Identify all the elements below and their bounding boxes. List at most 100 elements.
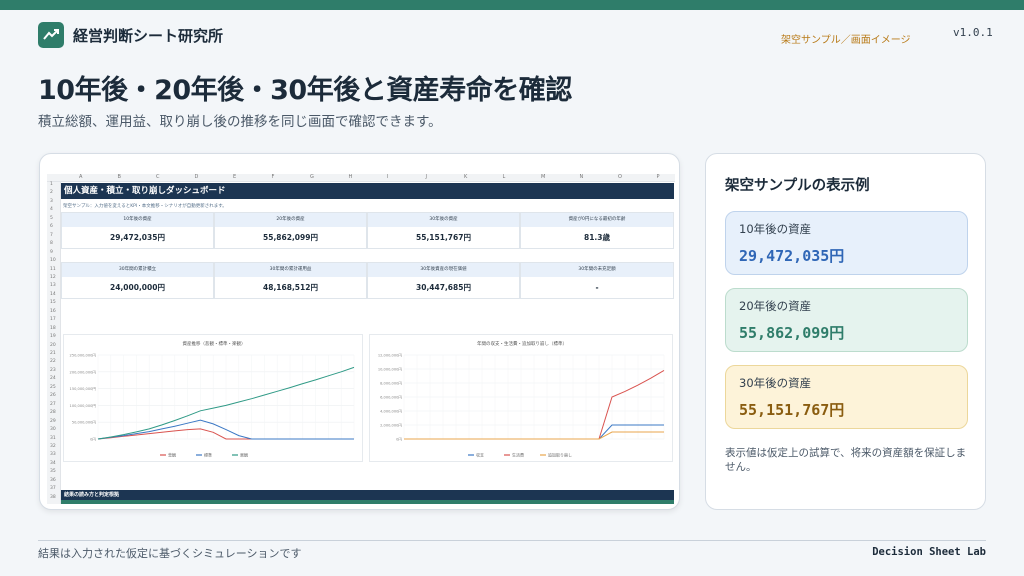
y-tick-label: 100,000,000円 (70, 404, 97, 408)
y-tick-label: 0円 (396, 438, 402, 442)
metric-cell: 資産が0円になる最初の年齢 81.3歳 (520, 212, 674, 249)
row-number: 6 (50, 224, 53, 230)
stat-value: 55,862,099円 (739, 324, 845, 342)
column-header: A B C D E F G H I J K L M N O P (47, 174, 675, 182)
row-number: 11 (50, 266, 56, 272)
top-accent-bar (0, 0, 1024, 10)
y-tick-label: 4,000,000円 (380, 410, 402, 414)
dashboard-note: 架空サンプル：入力値を変えるとKPI・本文推移・シナリオが自動更新されます。 (63, 204, 227, 209)
row-number: 17 (50, 317, 56, 323)
y-tick-label: 2,000,000円 (380, 424, 402, 428)
row-number: 2 (50, 190, 53, 196)
y-tick-label: 8,000,000円 (380, 382, 402, 386)
y-tick-label: 200,000,000円 (70, 370, 97, 374)
metric-cell: 30年後の資産 55,151,767円 (367, 212, 520, 249)
row-number: 1 (50, 182, 53, 187)
stat-label: 10年後の資産 (739, 222, 812, 236)
legend-label: 悲観 (168, 452, 176, 458)
row-number: 36 (50, 477, 56, 483)
sample-summary-title: 架空サンプルの表示例 (725, 178, 870, 194)
metric-value: 55,862,099円 (263, 233, 318, 242)
y-tick-label: 12,000,000円 (378, 354, 403, 358)
footer-brand: Decision Sheet Lab (872, 546, 986, 558)
column-letter: H (348, 174, 353, 180)
legend-label: 追加取り崩し (548, 452, 572, 458)
row-number: 24 (50, 376, 56, 382)
y-tick-label: 0円 (90, 438, 96, 442)
row-number: 19 (50, 334, 56, 340)
row-number: 34 (50, 460, 56, 466)
sample-tag: 架空サンプル／画面イメージ (781, 35, 911, 46)
metric-value: - (595, 283, 599, 292)
row-number: 33 (50, 452, 56, 458)
column-letter: L (502, 174, 506, 180)
asset-trend-chart-svg: 資産推移（悲観・標準・楽観） 250,000,000円 200,000,000円 15… (70, 340, 355, 458)
column-letter: I (387, 174, 389, 180)
row-number: 7 (50, 232, 53, 238)
row-number: 23 (50, 367, 56, 373)
row-number: 10 (50, 258, 56, 264)
metric-label: 30年間の累計運用益 (215, 263, 366, 277)
row-number: 14 (50, 291, 56, 297)
metric-label: 30年間の未充足額 (521, 263, 673, 277)
column-letter: K (464, 174, 468, 180)
metric-value: 55,151,767円 (416, 233, 471, 242)
column-letter: D (194, 174, 199, 180)
dashboard-title: 個人資産・積立・取り崩しダッシュボード (61, 183, 674, 199)
chart-title: 年間の収支・生活費・追加取り崩し（標準） (477, 340, 567, 347)
version-label: v1.0.1 (953, 26, 993, 39)
legend-label: 生活費 (512, 452, 524, 458)
spreadsheet: ABCDEFGHIJKLMNOP 1 2 3 4 5 6 7 8 9 10 11 12 13 14 15 16… (47, 174, 675, 504)
row-number: 13 (50, 283, 56, 289)
row-number: 20 (50, 342, 56, 348)
cashflow-chart: 年間の収支・生活費・追加取り崩し（標準） 12,000,000円 10,000,00… (369, 334, 673, 462)
legend-label: 標準 (204, 452, 212, 458)
metric-label: 10年後の資産 (62, 213, 213, 227)
row-number: 31 (50, 435, 56, 441)
metrics-row-1: 10年後の資産 29,472,035円 20年後の資産 55,862,099円 30… (61, 212, 674, 249)
row-number: 22 (50, 359, 56, 365)
page-subtitle: 積立総額、運用益、取り崩し後の推移を同じ画面で確認できます。 (38, 114, 442, 130)
metrics-row-2: 30年間の累計積立 24,000,000円 30年間の累計運用益 48,168,51… (61, 262, 674, 299)
cashflow-chart-svg: 年間の収支・生活費・追加取り崩し（標準） 12,000,000円 10,000,00… (378, 340, 665, 458)
metric-label: 資産が0円になる最初の年齢 (521, 213, 673, 227)
legend-label: 収支 (476, 452, 484, 458)
stat-value: 55,151,767円 (739, 401, 845, 419)
footer-note: 結果は入力された仮定に基づくシミュレーションです (38, 547, 302, 560)
row-number: 35 (50, 469, 56, 475)
stat-20-year: 20年後の資産 55,862,099円 (725, 288, 968, 352)
column-letter: A (79, 174, 83, 180)
row-number: 16 (50, 308, 56, 314)
row-header: 1 2 3 4 5 6 7 8 9 10 11 12 13 14 15 16 17 18 19 20 21 22 23 24 2… (47, 182, 61, 504)
stat-label: 30年後の資産 (739, 376, 812, 390)
column-letter: J (425, 174, 427, 180)
column-letter: F (271, 174, 275, 180)
metric-cell: 30年間の未充足額 - (520, 262, 674, 299)
row-number: 3 (50, 198, 53, 204)
metric-cell: 20年後の資産 55,862,099円 (214, 212, 367, 249)
disclaimer: 表示値は仮定上の試算で、将来の資産額を保証しません。 (725, 447, 967, 473)
metric-label: 20年後の資産 (215, 213, 366, 227)
metric-value: 48,168,512円 (263, 283, 318, 292)
metric-label: 30年後資産の現在価値 (368, 263, 519, 277)
row-number: 15 (50, 300, 56, 306)
metric-value: 81.3歳 (583, 233, 610, 242)
row-number: 28 (50, 410, 56, 416)
stat-30-year: 30年後の資産 55,151,767円 (725, 365, 968, 429)
metric-value: 30,447,685円 (416, 283, 471, 292)
row-number: 27 (50, 401, 56, 407)
metric-cell: 30年後資産の現在価値 30,447,685円 (367, 262, 520, 299)
page-title: 10年後・20年後・30年後と資産寿命を確認 (38, 75, 572, 106)
y-tick-label: 150,000,000円 (70, 387, 97, 391)
row-number: 38 (50, 494, 56, 500)
row-number: 8 (50, 241, 53, 247)
row-number: 9 (50, 249, 53, 255)
brand-name: 経営判断シート研究所 (73, 26, 224, 45)
y-tick-label: 250,000,000円 (70, 354, 97, 358)
metric-label: 30年間の累計積立 (62, 263, 213, 277)
metric-value: 29,472,035円 (110, 233, 165, 242)
column-letter: N (579, 174, 584, 180)
row-number: 25 (50, 384, 56, 390)
column-letter: E (233, 174, 237, 180)
footer-divider (38, 540, 986, 541)
